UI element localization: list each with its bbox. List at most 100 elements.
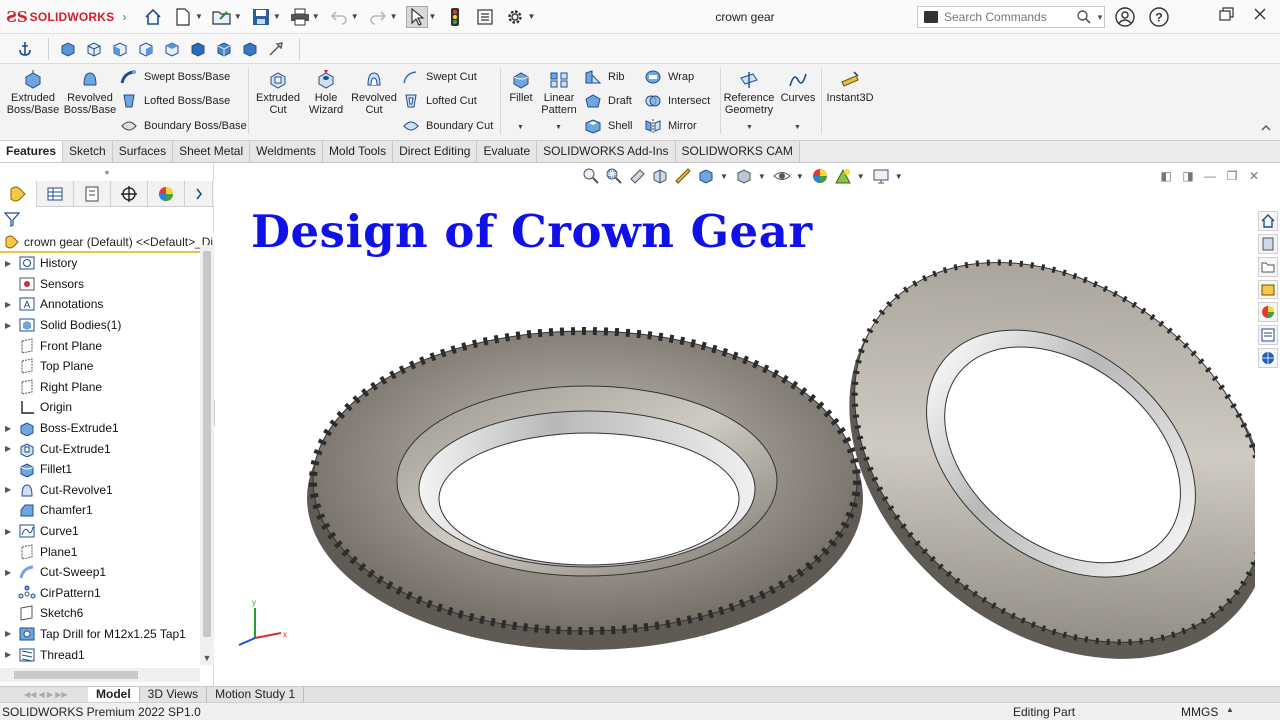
- panel-grip[interactable]: ●: [0, 163, 214, 181]
- options-gear-icon[interactable]: [504, 6, 526, 28]
- view-cube-bottom-icon[interactable]: [187, 38, 209, 60]
- tab-solidworks-add-ins[interactable]: SOLIDWORKS Add-Ins: [537, 141, 676, 162]
- open-dropdown-icon[interactable]: ▼: [234, 12, 242, 21]
- redo-dropdown-icon[interactable]: ▼: [390, 12, 398, 21]
- expand-arrow-icon[interactable]: ▶: [0, 444, 14, 453]
- help-icon[interactable]: ?: [1148, 6, 1170, 28]
- undo-dropdown-icon[interactable]: ▼: [351, 12, 359, 21]
- scroll-thumb[interactable]: [203, 251, 211, 637]
- anchor-icon[interactable]: [14, 38, 36, 60]
- reference-dropdown-icon[interactable]: ▼: [746, 124, 753, 131]
- tab-scroll-arrows[interactable]: ◀◀ ◀ ▶ ▶▶: [0, 687, 88, 702]
- feature-manager-tab-icon[interactable]: [0, 181, 37, 207]
- graphics-area[interactable]: Design of Crown Gear ▼ ▼ ▼ ▼ ▼ ◧ ◨ — ❐ ✕: [215, 163, 1280, 686]
- tree-item[interactable]: ▶ A Annotations: [0, 294, 200, 315]
- tab-evaluate[interactable]: Evaluate: [477, 141, 538, 162]
- menu-chevron-icon[interactable]: ›: [122, 10, 126, 24]
- lofted-cut-button[interactable]: Lofted Cut: [402, 93, 477, 109]
- home-icon[interactable]: [142, 6, 164, 28]
- print-icon[interactable]: [289, 6, 311, 28]
- solidworks-resources-icon[interactable]: [1257, 211, 1278, 231]
- expand-arrow-icon[interactable]: ▶: [0, 629, 14, 638]
- curves-dropdown-icon[interactable]: ▼: [794, 124, 801, 131]
- tree-item[interactable]: ▶ Cut-Extrude1: [0, 438, 200, 459]
- tree-vertical-scrollbar[interactable]: [200, 245, 214, 665]
- scroll-thumb[interactable]: [14, 671, 138, 679]
- file-explorer-icon[interactable]: [1257, 256, 1278, 277]
- expand-arrow-icon[interactable]: ▶: [0, 424, 14, 433]
- curves-button[interactable]: Curves: [778, 66, 818, 104]
- unit-system[interactable]: MMGS: [1181, 705, 1218, 719]
- tree-item[interactable]: ▶ Boss-Extrude1: [0, 418, 200, 439]
- view-cube-front-icon[interactable]: [57, 38, 79, 60]
- hole-wizard-button[interactable]: Hole Wizard: [304, 66, 348, 116]
- new-document-icon[interactable]: [172, 6, 194, 28]
- expand-arrow-icon[interactable]: ▶: [0, 527, 14, 536]
- lofted-boss-button[interactable]: Lofted Boss/Base: [120, 93, 230, 109]
- display-manager-tab-icon[interactable]: [148, 181, 185, 207]
- expand-arrow-icon[interactable]: ▶: [0, 321, 14, 330]
- tree-root-part[interactable]: crown gear (Default) <<Default>_Di: [0, 233, 214, 253]
- select-dropdown-icon[interactable]: ▼: [429, 12, 437, 21]
- view-cube-left-icon[interactable]: [109, 38, 131, 60]
- expand-arrow-icon[interactable]: ▶: [0, 300, 14, 309]
- rebuild-traffic-light-icon[interactable]: [444, 6, 466, 28]
- tree-item[interactable]: CirPattern1: [0, 583, 200, 604]
- print-dropdown-icon[interactable]: ▼: [312, 12, 320, 21]
- instant3d-button[interactable]: Instant3D: [824, 66, 876, 104]
- shell-button[interactable]: Shell: [584, 118, 632, 134]
- restore-window-icon[interactable]: [1218, 6, 1236, 22]
- tab-weldments[interactable]: Weldments: [250, 141, 323, 162]
- solidworks-logo[interactable]: ƧS SOLIDWORKS ›: [6, 8, 134, 26]
- user-icon[interactable]: [1114, 6, 1136, 28]
- tree-horizontal-scrollbar[interactable]: [0, 668, 200, 682]
- tree-item[interactable]: ▶ Solid Bodies(1): [0, 315, 200, 336]
- close-window-icon[interactable]: [1252, 6, 1268, 22]
- dimetric-view-icon[interactable]: [239, 38, 261, 60]
- tree-item[interactable]: Right Plane: [0, 377, 200, 398]
- boundary-cut-button[interactable]: Boundary Cut: [402, 118, 493, 134]
- intersect-button[interactable]: Intersect: [644, 93, 710, 109]
- view-cube-right-icon[interactable]: [135, 38, 157, 60]
- tab-sheet-metal[interactable]: Sheet Metal: [173, 141, 251, 162]
- tab-mold-tools[interactable]: Mold Tools: [322, 141, 394, 162]
- ribbon-collapse-icon[interactable]: [1258, 120, 1274, 136]
- mirror-button[interactable]: Mirror: [644, 118, 697, 134]
- appearances-scenes-icon[interactable]: [1257, 302, 1278, 323]
- tree-item[interactable]: ▶ Tap Drill for M12x1.25 Tap1: [0, 624, 200, 645]
- tab-3d-views[interactable]: 3D Views: [140, 687, 208, 702]
- select-arrow-icon[interactable]: [405, 5, 428, 28]
- redo-icon[interactable]: [367, 6, 389, 28]
- view-cube-back-icon[interactable]: [83, 38, 105, 60]
- units-dropdown-icon[interactable]: ▲: [1226, 705, 1234, 714]
- tree-item[interactable]: Top Plane: [0, 356, 200, 377]
- save-dropdown-icon[interactable]: ▼: [273, 12, 281, 21]
- solidworks-forum-icon[interactable]: [1257, 348, 1278, 369]
- configuration-manager-tab-icon[interactable]: [74, 181, 111, 207]
- expand-arrow-icon[interactable]: ▶: [0, 650, 14, 659]
- tab-solidworks-cam[interactable]: SOLIDWORKS CAM: [675, 141, 800, 162]
- tree-item[interactable]: ▶ Thread1: [0, 644, 200, 663]
- revolved-cut-button[interactable]: Revolved Cut: [348, 66, 400, 116]
- custom-properties-icon[interactable]: [1257, 325, 1278, 346]
- tab-surfaces[interactable]: Surfaces: [112, 141, 174, 162]
- dimxpert-tab-icon[interactable]: [111, 181, 148, 207]
- tab-direct-editing[interactable]: Direct Editing: [393, 141, 478, 162]
- crown-gear-model[interactable]: x y: [215, 163, 1255, 686]
- swept-boss-button[interactable]: Swept Boss/Base: [120, 69, 230, 85]
- scroll-down-icon[interactable]: ▼: [201, 653, 213, 665]
- rib-button[interactable]: Rib: [584, 69, 625, 85]
- tree-item[interactable]: Chamfer1: [0, 500, 200, 521]
- view-palette-icon[interactable]: [1257, 279, 1278, 300]
- tree-item[interactable]: ▶ History: [0, 253, 200, 274]
- reference-geometry-button[interactable]: Reference Geometry: [722, 66, 776, 116]
- filter-icon[interactable]: [3, 211, 21, 227]
- extruded-cut-button[interactable]: Extruded Cut: [252, 66, 304, 116]
- open-folder-icon[interactable]: [211, 6, 233, 28]
- panel-tabs-more-icon[interactable]: [185, 181, 213, 207]
- tab-sketch[interactable]: Sketch: [63, 141, 113, 162]
- expand-arrow-icon[interactable]: ▶: [0, 485, 14, 494]
- view-cube-top-icon[interactable]: [161, 38, 183, 60]
- pattern-dropdown-icon[interactable]: ▼: [555, 124, 562, 131]
- tree-item[interactable]: Origin: [0, 397, 200, 418]
